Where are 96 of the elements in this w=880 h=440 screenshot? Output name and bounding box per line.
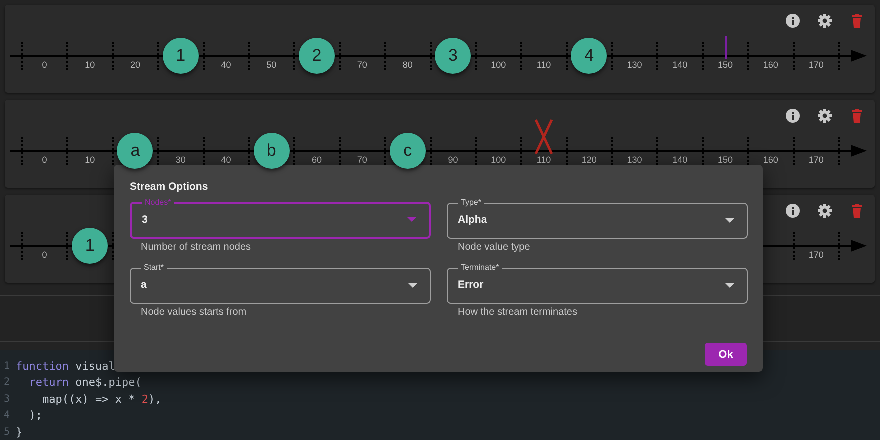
tick-mark [520, 42, 522, 70]
tick-mark [21, 42, 23, 70]
axis-label: 70 [356, 155, 368, 166]
info-icon[interactable] [785, 13, 801, 29]
stream-node[interactable]: 3 [435, 38, 472, 74]
axis-label: 110 [536, 60, 552, 71]
tick-mark [21, 137, 23, 165]
delete-icon[interactable] [849, 203, 865, 219]
axis-label: 110 [536, 155, 552, 166]
tick-mark [157, 42, 160, 70]
axis-label: 160 [762, 60, 780, 71]
settings-icon[interactable] [817, 203, 833, 219]
select-field[interactable]: Terminate* Error [447, 264, 748, 304]
axis-label: 0 [41, 60, 48, 71]
completion-mark [724, 36, 728, 59]
helper-text: How the stream terminates [457, 306, 578, 319]
tick-mark [66, 137, 68, 165]
select-field[interactable]: Type* Alpha [447, 199, 748, 239]
axis-label: 70 [356, 60, 368, 71]
tick-mark [384, 42, 386, 70]
tick-mark [112, 42, 114, 70]
stream-node[interactable]: 1 [72, 228, 108, 264]
line-number: 2 [4, 377, 12, 388]
tick-mark [112, 137, 114, 165]
helper-text: Node values starts from [140, 306, 248, 319]
tick-mark [566, 42, 568, 70]
tick-mark [338, 42, 341, 70]
line-number: 1 [4, 360, 12, 372]
axis-label: 30 [174, 155, 187, 166]
axis-label: 170 [808, 250, 825, 261]
tick-mark [792, 42, 795, 70]
axis-label: 130 [626, 60, 644, 71]
axis-label: 10 [84, 60, 96, 71]
info-icon[interactable] [785, 108, 801, 124]
select-field[interactable]: Start* a [130, 264, 431, 304]
info-icon[interactable] [785, 203, 801, 219]
axis-label: 0 [41, 250, 48, 261]
line-number: 3 [4, 394, 12, 405]
stream-node[interactable]: 4 [571, 38, 608, 74]
axis-label: 170 [808, 60, 825, 71]
axis-label: 100 [490, 60, 508, 71]
axis-label: 90 [447, 155, 460, 166]
tick-mark [430, 42, 432, 70]
tick-mark [293, 42, 296, 70]
stream-node[interactable]: 1 [162, 38, 199, 74]
tick-mark [838, 42, 840, 70]
code-line: } [16, 426, 23, 439]
error-mark [534, 119, 554, 155]
axis-label: 60 [311, 155, 324, 166]
tick-mark [202, 42, 205, 70]
axis-label: 40 [220, 155, 232, 166]
tick-mark [792, 137, 795, 165]
dialog-title: Stream Options [130, 181, 210, 195]
axis-label: 150 [717, 60, 734, 71]
tick-mark [248, 42, 250, 70]
tick-mark [474, 42, 477, 70]
axis-label: 50 [266, 60, 278, 71]
code-line: ); [28, 409, 42, 422]
code-line: return one$.pipe( [28, 376, 142, 390]
axis-label: 150 [717, 155, 734, 166]
axis-label: 140 [672, 155, 689, 166]
helper-text: Node value type [457, 241, 532, 254]
axis-label: 80 [402, 60, 414, 71]
line-number: 4 [4, 410, 12, 422]
settings-icon[interactable] [817, 13, 833, 29]
select-field[interactable]: Nodes* 3 [130, 199, 431, 239]
tick-mark [611, 42, 614, 70]
tick-mark [702, 42, 704, 70]
tick-mark [838, 137, 840, 165]
code-line: function visual [16, 360, 116, 373]
code-line: map((x) => x * 2), [41, 392, 162, 406]
stream-node[interactable]: 2 [299, 38, 336, 74]
tick-mark [656, 42, 658, 70]
tick-mark [747, 42, 750, 70]
axis-label: 10 [84, 155, 96, 166]
ok-button[interactable]: Ok [705, 343, 747, 366]
caret-icon [725, 218, 735, 222]
stream-node[interactable]: b [254, 133, 290, 169]
axis-label: 100 [490, 155, 508, 166]
delete-icon[interactable] [849, 13, 865, 29]
axis-label: 170 [808, 155, 825, 166]
stream-node[interactable]: c [390, 133, 426, 169]
axis-label: 160 [762, 155, 780, 166]
tick-mark [66, 42, 68, 70]
settings-icon[interactable] [817, 108, 833, 124]
axis-label: 140 [672, 60, 689, 71]
caret-icon [407, 217, 417, 222]
axis-label: 120 [580, 155, 598, 166]
helper-text: Number of stream nodes [140, 241, 252, 254]
axis-label: 40 [220, 60, 232, 71]
axis-label: 20 [129, 60, 142, 71]
delete-icon[interactable] [849, 108, 865, 124]
axis-label: 0 [41, 155, 48, 166]
line-number: 5 [4, 426, 12, 438]
stream-node[interactable]: a [117, 133, 154, 169]
axis-label: 130 [626, 155, 644, 166]
